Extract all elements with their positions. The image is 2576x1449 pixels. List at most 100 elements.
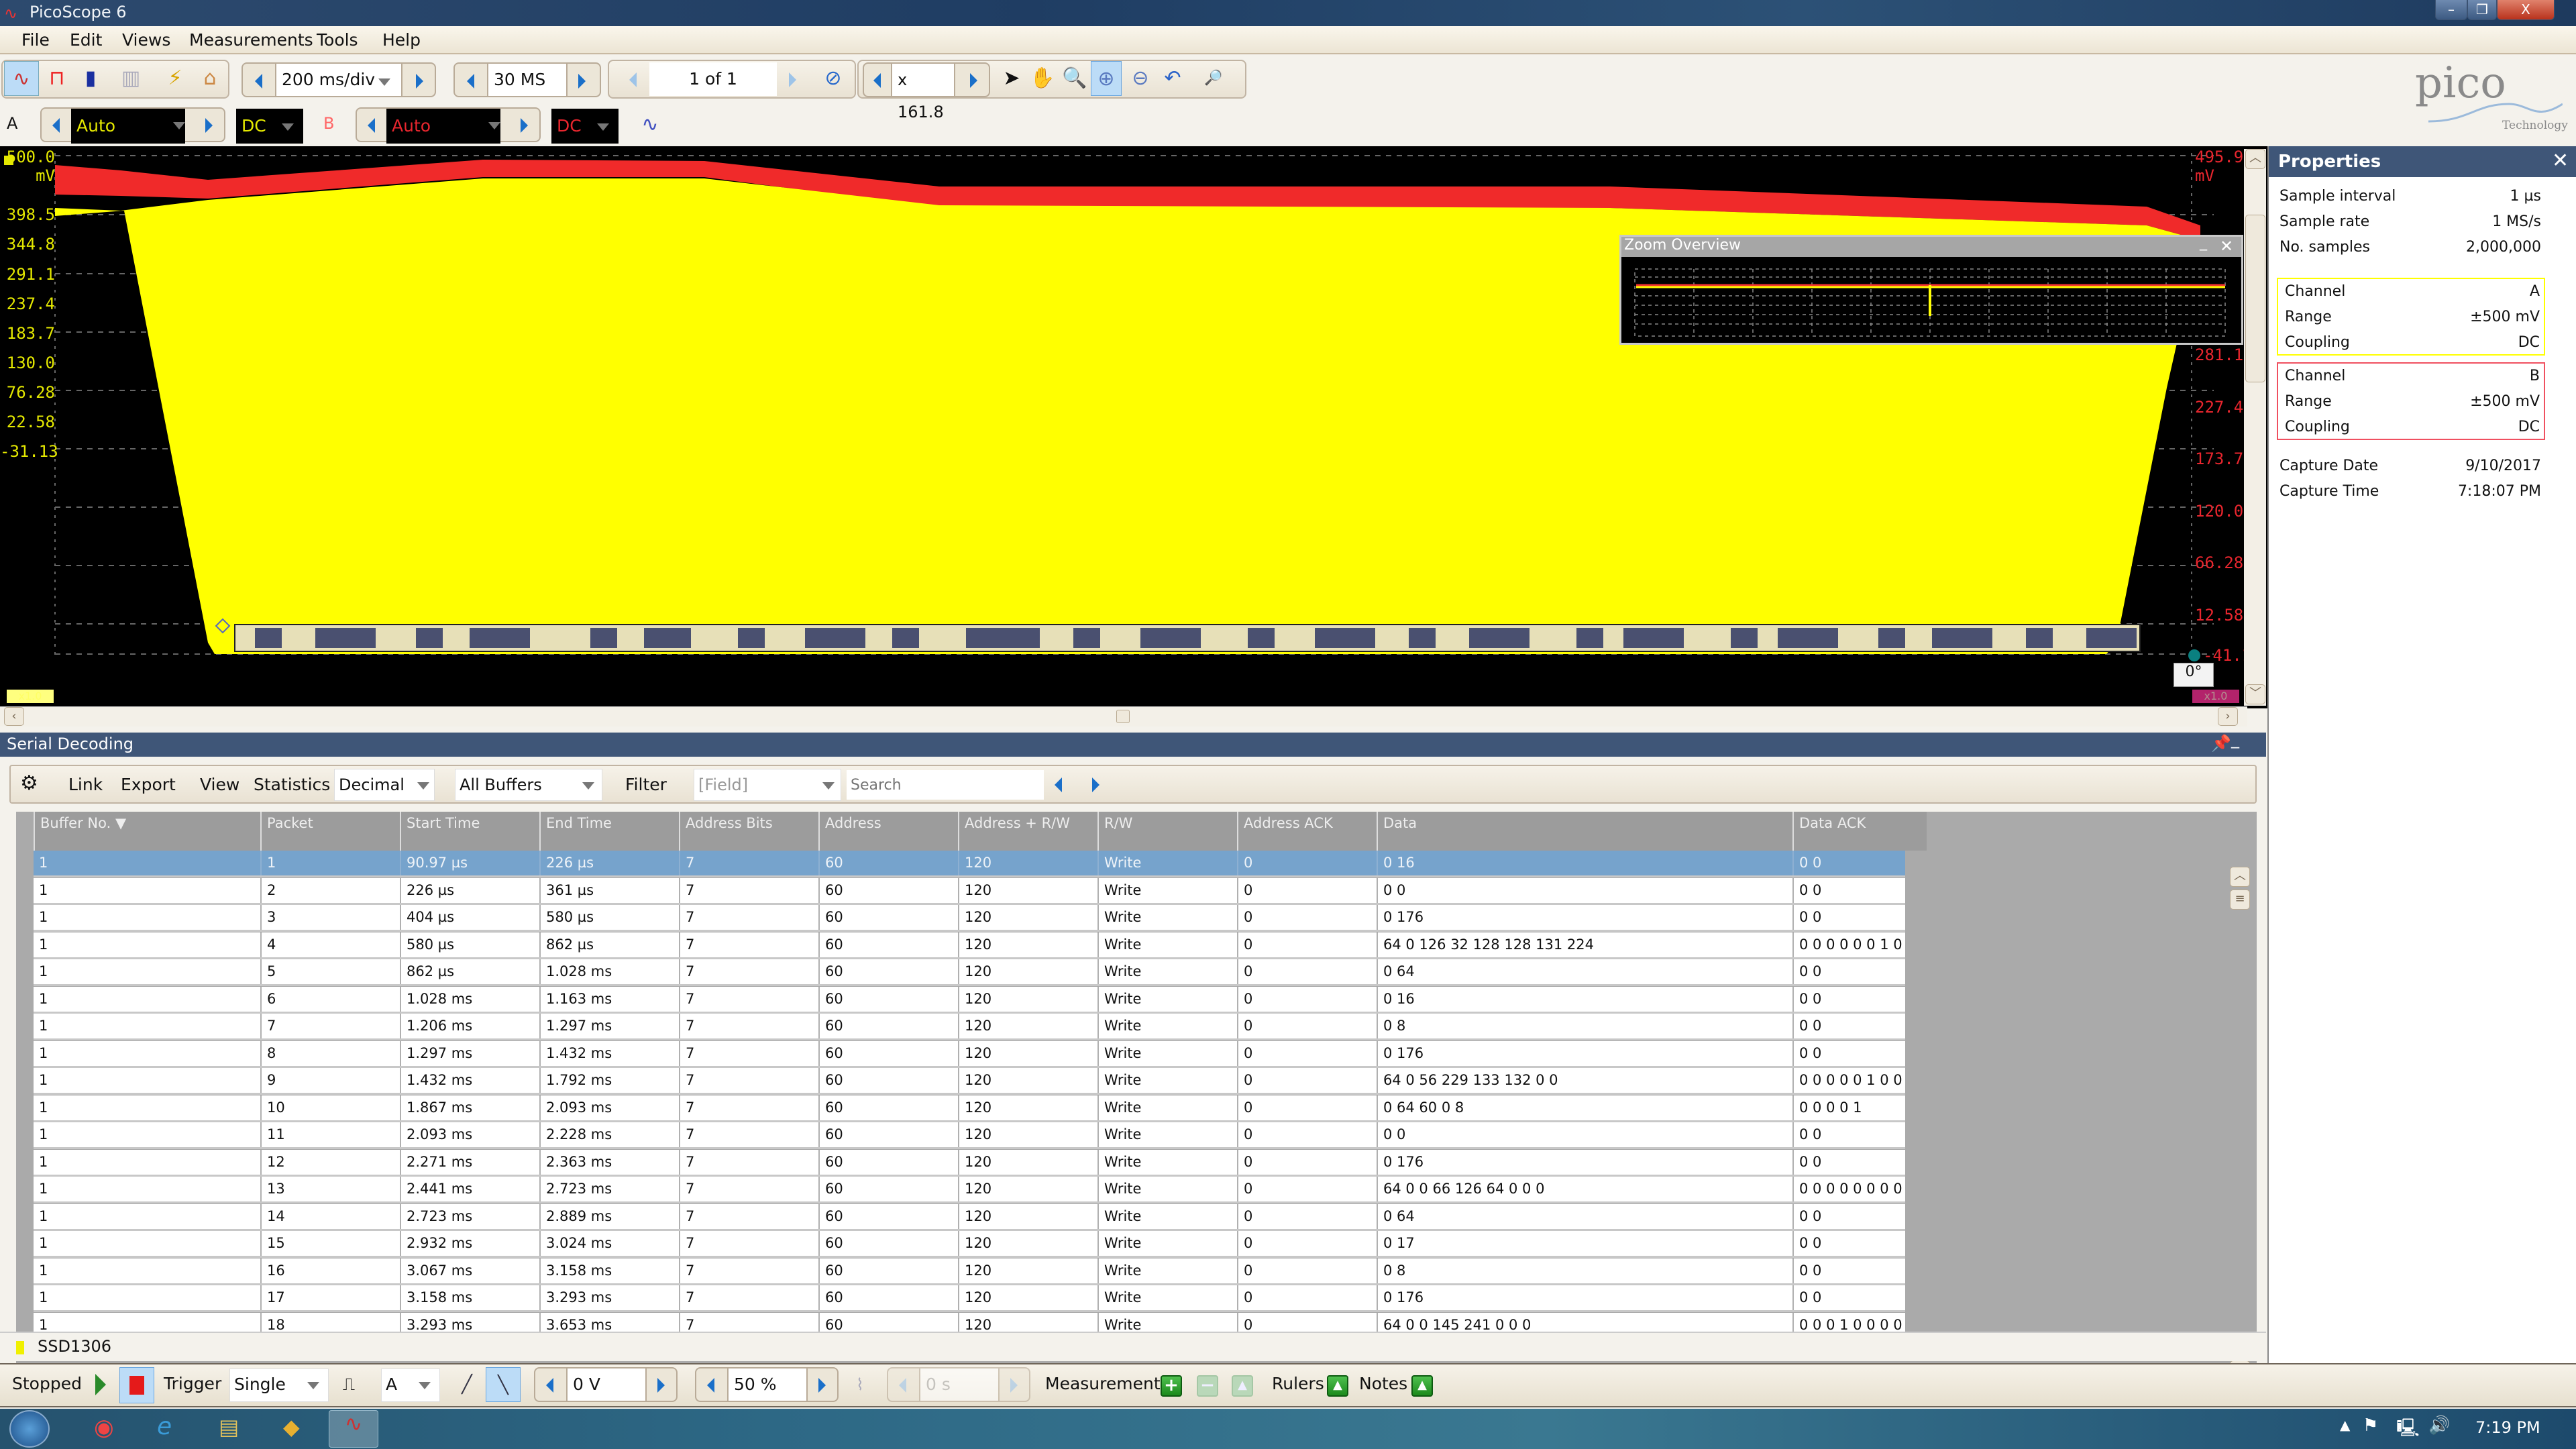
run-icon[interactable] — [95, 1374, 106, 1395]
table-row[interactable]: 1 1 90.97 µs 226 µs 7 60 120 Write 0 0 16 0 0 — [34, 851, 1905, 877]
channel-a-scale-badge[interactable]: x1.0 — [7, 690, 54, 703]
table-row[interactable]: 1 10 1.867 ms 2.093 ms 7 60 120 Write 0 0 64 60 0… — [34, 1095, 1905, 1122]
menu-edit[interactable]: Edit — [70, 30, 102, 50]
table-row[interactable]: 1 17 3.158 ms 3.293 ms 7 60 120 Write 0 0 176 0 0 — [34, 1285, 1905, 1312]
chrome-icon[interactable]: ◉ — [94, 1414, 114, 1441]
minimize-icon[interactable]: _ — [2231, 730, 2239, 749]
table-row[interactable]: 1 7 1.206 ms 1.297 ms 7 60 120 Write 0 0 80 0 — [34, 1014, 1905, 1040]
table-row[interactable]: 1 9 1.432 ms 1.792 ms 7 60 120 Write 0 64 0 56 22… — [34, 1068, 1905, 1095]
samples-next-icon[interactable] — [578, 74, 586, 89]
pretrigger-spinner[interactable]: 50 % — [695, 1367, 839, 1402]
column-header[interactable]: Data ACK — [1792, 812, 1927, 851]
buffer-navigator-icon[interactable]: ⊘ — [818, 61, 848, 96]
zoom-out-icon[interactable]: ⊖ — [1126, 61, 1155, 96]
gear-icon[interactable]: ⚙ — [20, 771, 38, 795]
link-button[interactable]: Link — [68, 775, 103, 794]
buffers-select[interactable]: All Buffers — [455, 769, 602, 801]
scope-vertical-scrollbar[interactable]: ︿ ﹀ — [2244, 149, 2266, 706]
table-row[interactable]: 1 12 2.271 ms 2.363 ms 7 60 120 Write 0 0 176 0 0 — [34, 1149, 1905, 1177]
zoom-overview-panel[interactable]: Zoom Overview _ ✕ — [1619, 234, 2243, 345]
zoom-factor-value[interactable]: x 161.8 — [891, 64, 955, 121]
scroll-up-icon[interactable]: ︿ — [2245, 149, 2265, 169]
table-row[interactable]: 1 2 226 µs 361 µs 7 60 120 Write 0 0 00 0 — [34, 877, 1905, 905]
minimize-icon[interactable]: _ — [2200, 234, 2207, 251]
table-row[interactable]: 1 13 2.441 ms 2.723 ms 7 60 120 Write 0 64 0 0 66… — [34, 1177, 1905, 1203]
scope-view[interactable]: 500.0 mV 398.5 344.8 291.1 237.4 183.7 1… — [0, 146, 2267, 708]
statistics-button[interactable]: Statistics — [254, 775, 330, 794]
menu-measurements[interactable]: Measurements — [189, 30, 313, 50]
channel-b-range-value[interactable]: Auto — [386, 109, 500, 144]
rising-edge-icon[interactable]: ╱ — [452, 1367, 482, 1402]
auto-setup-icon[interactable]: ⚡ — [160, 61, 191, 96]
threshold-spinner[interactable]: 0 V — [534, 1367, 678, 1402]
minimize-button[interactable]: – — [2435, 0, 2467, 20]
table-row[interactable]: 1 8 1.297 ms 1.432 ms 7 60 120 Write 0 0 176 0 0 — [34, 1040, 1905, 1068]
buffer-next-icon[interactable] — [789, 72, 796, 87]
table-row[interactable]: 1 6 1.028 ms 1.163 ms 7 60 120 Write 0 0 16 0 0 — [34, 986, 1905, 1014]
timebase-next-icon[interactable] — [416, 74, 423, 89]
scroll-left-icon[interactable]: ‹ — [4, 707, 24, 726]
column-header[interactable]: R/W — [1097, 812, 1237, 851]
tab-ssd1306[interactable]: SSD1306 — [0, 1333, 111, 1360]
column-header[interactable]: Data — [1377, 812, 1792, 851]
scrollbar-thumb[interactable] — [2245, 215, 2265, 382]
field-select[interactable]: [Field] — [694, 769, 841, 801]
trigger-type-icon[interactable]: ⎍ — [335, 1367, 362, 1402]
table-row[interactable]: 1 15 2.932 ms 3.024 ms 7 60 120 Write 0 0 17 0 0 — [34, 1231, 1905, 1258]
filter-button[interactable]: Filter — [625, 775, 667, 794]
table-row[interactable]: 1 11 2.093 ms 2.228 ms 7 60 120 Write 0 0 00 0 — [34, 1122, 1905, 1149]
explorer-icon[interactable]: ▤ — [219, 1414, 239, 1440]
menu-help[interactable]: Help — [382, 30, 421, 50]
channel-a-label[interactable]: A — [7, 114, 17, 133]
table-row[interactable]: 1 14 2.723 ms 2.889 ms 7 60 120 Write 0 0 64 0 0 — [34, 1203, 1905, 1231]
start-button[interactable] — [9, 1410, 50, 1448]
home-icon[interactable]: ⌂ — [195, 61, 225, 96]
column-header[interactable]: Address — [818, 812, 958, 851]
buffer-prev-icon[interactable] — [629, 72, 637, 87]
column-header[interactable]: Packet — [260, 812, 400, 851]
volume-icon[interactable]: 🔊 — [2428, 1415, 2450, 1436]
view-button[interactable]: View — [200, 775, 239, 794]
table-row[interactable]: 1 3 404 µs 580 µs 7 60 120 Write 0 0 176 0 0 — [34, 905, 1905, 932]
samples-prev-icon[interactable] — [467, 74, 474, 89]
restore-button[interactable]: ❐ — [2467, 0, 2497, 20]
threshold-value[interactable]: 0 V — [566, 1368, 647, 1401]
channel-a-range-next-icon[interactable] — [205, 118, 213, 133]
channel-b-range-next-icon[interactable] — [521, 118, 528, 133]
channel-b-scale-badge[interactable]: x1.0 — [2192, 690, 2239, 703]
menu-file[interactable]: File — [21, 30, 50, 50]
pointer-tool-icon[interactable]: ➤ — [998, 61, 1025, 96]
scope-mode-icon[interactable]: ∿ — [4, 61, 39, 96]
column-header[interactable]: End Time — [539, 812, 679, 851]
buffer-value[interactable]: 1 of 1 — [649, 62, 777, 96]
clock[interactable]: 7:19 PM — [2475, 1418, 2540, 1437]
pretrigger-value[interactable]: 50 % — [727, 1368, 808, 1401]
timebase-prev-icon[interactable] — [255, 74, 262, 89]
zoom-region-icon[interactable]: 🔍 — [1060, 61, 1089, 96]
tray-expand-icon[interactable]: ▲ — [2340, 1417, 2350, 1433]
export-button[interactable]: Export — [121, 775, 176, 794]
scroll-up-icon[interactable]: ︿ — [2230, 867, 2250, 887]
action-center-icon[interactable]: ⚑ — [2363, 1415, 2378, 1436]
rulers-button[interactable]: ▲ — [1327, 1375, 1348, 1397]
column-header[interactable]: Address Bits — [679, 812, 818, 851]
table-row[interactable]: 1 5 862 µs 1.028 ms 7 60 120 Write 0 0 64 0 0 — [34, 959, 1905, 986]
falling-edge-icon[interactable]: ╲ — [486, 1367, 521, 1402]
scope-horizontal-scrollbar[interactable]: ‹ › — [0, 706, 2247, 727]
channel-b-offset-handle[interactable] — [2188, 649, 2200, 661]
trigger-source-select[interactable]: A — [381, 1368, 440, 1402]
timebase-selector[interactable]: 200 ms/div — [241, 62, 436, 97]
zoom-next-icon[interactable] — [970, 73, 977, 88]
zoom-prev-icon[interactable] — [873, 73, 881, 88]
signal-generator-icon[interactable]: ∿ — [633, 107, 667, 142]
search-next-icon[interactable] — [1092, 777, 1099, 792]
channel-a-range-value[interactable]: Auto — [71, 109, 185, 144]
channel-a-range[interactable]: Auto — [40, 107, 225, 144]
zoom-factor-spinner[interactable]: x 161.8 — [863, 62, 990, 121]
close-icon[interactable]: ✕ — [2220, 237, 2233, 256]
scroll-right-icon[interactable]: › — [2218, 707, 2238, 726]
app-diamond-icon[interactable]: ◆ — [283, 1414, 300, 1440]
undo-zoom-icon[interactable]: ↶ — [1158, 61, 1187, 96]
spectrum-mode-icon[interactable]: ▮ — [75, 61, 106, 96]
column-header[interactable]: Address ACK — [1237, 812, 1377, 851]
